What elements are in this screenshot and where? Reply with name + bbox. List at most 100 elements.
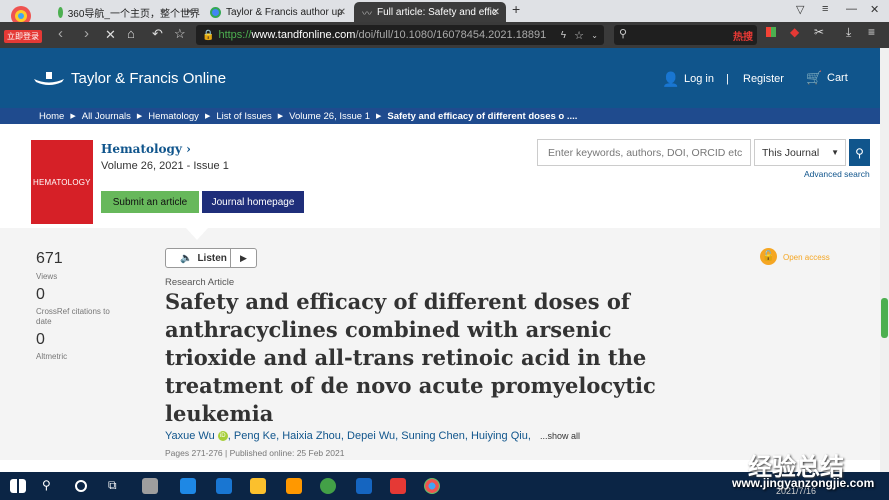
tab-tandf-author[interactable]: Taylor & Francis author up ✕ <box>202 2 352 22</box>
article-title: Safety and efficacy of different doses o… <box>165 289 656 426</box>
chrome-icon <box>210 6 221 18</box>
speaker-icon: 🔈 <box>180 252 193 264</box>
grid-icon[interactable] <box>766 27 776 37</box>
menu-icon[interactable]: ≡ <box>822 3 828 15</box>
open-access-label: Open access <box>783 253 830 262</box>
wechat-icon[interactable] <box>320 478 336 494</box>
new-tab-button[interactable]: + <box>512 1 520 17</box>
app-icon[interactable] <box>142 478 158 494</box>
orcid-icon[interactable]: iD <box>217 431 228 442</box>
breadcrumb-all-journals[interactable]: All Journals <box>82 111 131 122</box>
scrollbar-thumb[interactable] <box>881 298 888 338</box>
folder-icon[interactable] <box>250 478 266 494</box>
journal-volume[interactable]: Volume 26, 2021 - Issue 1 <box>101 160 229 172</box>
loading-icon: 〰 <box>362 8 372 20</box>
close-icon[interactable]: ✕ <box>492 7 500 18</box>
browser-tab-bar: 立即登录 360导航_一个主页，整个世界 ✕ Taylor & Francis … <box>0 0 889 43</box>
360-icon <box>58 6 63 18</box>
page-scrollbar[interactable] <box>880 48 889 472</box>
task-view-icon[interactable]: ⧉ <box>108 478 124 494</box>
login-badge[interactable]: 立即登录 <box>4 30 42 43</box>
submit-article-button[interactable]: Submit an article <box>101 191 199 213</box>
breadcrumb-issue[interactable]: Volume 26, Issue 1 <box>289 111 370 122</box>
show-all-authors-link[interactable]: ...show all <box>540 431 580 441</box>
advanced-search-link[interactable]: Advanced search <box>804 169 870 179</box>
breadcrumb-list-of-issues[interactable]: List of Issues <box>216 111 271 122</box>
breadcrumb-home[interactable]: Home <box>39 111 64 122</box>
breadcrumb-arrow-icon: ▶ <box>136 113 143 120</box>
game-icon[interactable]: ◆ <box>790 25 799 39</box>
stop-icon[interactable]: ✕ <box>105 27 116 43</box>
download-icon[interactable]: ⤓ <box>846 25 851 40</box>
login-link[interactable]: Log in <box>684 73 714 85</box>
search-icon: ⚲ <box>619 28 628 40</box>
windows-start-icon[interactable] <box>10 479 26 493</box>
author-link[interactable]: Yaxue Wu <box>165 430 215 442</box>
breadcrumb-arrow-icon: ▶ <box>277 113 284 120</box>
keyword-search-input[interactable] <box>537 139 751 166</box>
breadcrumb-arrow-icon: ▶ <box>204 113 211 120</box>
tandf-logo-icon[interactable] <box>32 70 66 86</box>
author-link[interactable]: , Peng Ke, Haixia Zhou, Depei Wu, Suning… <box>228 430 531 442</box>
mail-icon[interactable] <box>216 478 232 494</box>
open-access-icon: 🔓 <box>760 248 777 265</box>
chevron-down-icon: ▼ <box>831 148 839 157</box>
brand-name[interactable]: Taylor & Francis Online <box>71 70 226 87</box>
tab-full-article[interactable]: 〰 Full article: Safety and effic ✕ <box>354 2 506 22</box>
cart-icon[interactable]: 🛒 <box>806 70 822 86</box>
scissors-icon[interactable]: ✂ <box>814 25 824 39</box>
taskbar-clock: 2021/7/16 <box>776 486 817 496</box>
flash-icon[interactable]: ϟ <box>561 30 566 41</box>
forward-icon[interactable]: › <box>84 25 89 42</box>
back-icon[interactable]: ‹ <box>58 25 63 42</box>
address-bar[interactable]: 🔒 https://www.tandfonline.com/doi/full/1… <box>196 25 604 45</box>
journal-title[interactable]: Hematology › <box>101 142 191 156</box>
altmetric-label[interactable]: Altmetric <box>36 352 67 362</box>
play-icon[interactable]: ▶ <box>230 249 256 267</box>
close-icon[interactable]: ✕ <box>186 7 194 18</box>
store-icon[interactable] <box>180 478 196 494</box>
crossref-label[interactable]: CrossRef citations to date <box>36 307 116 327</box>
divider: | <box>726 73 729 85</box>
tab-360-nav[interactable]: 360导航_一个主页，整个世界 ✕ <box>50 2 200 22</box>
app-orange-icon[interactable] <box>286 478 302 494</box>
register-link[interactable]: Register <box>743 73 784 85</box>
breadcrumb: Home ▶ All Journals ▶ Hematology ▶ List … <box>0 108 880 124</box>
publication-info: Pages 271-276 | Published online: 25 Feb… <box>165 448 345 458</box>
more-icon[interactable]: ≡ <box>868 25 875 39</box>
shirt-icon[interactable]: ▽ <box>796 3 804 16</box>
journal-cover[interactable]: HEMATOLOGY <box>31 140 93 224</box>
app-red-icon[interactable] <box>390 478 406 494</box>
lock-icon: 🔒 <box>202 29 215 41</box>
breadcrumb-hematology[interactable]: Hematology <box>148 111 199 122</box>
journal-homepage-button[interactable]: Journal homepage <box>202 191 304 213</box>
bookmark-star-icon[interactable]: ☆ <box>574 29 584 42</box>
views-count: 671 <box>36 250 63 267</box>
minimize-button[interactable]: — <box>846 3 857 15</box>
user-icon[interactable]: 👤 <box>662 71 679 88</box>
browser-toolbar: ‹ › ✕ ⌂ ↶ ☆ 🔒 https://www.tandfonline.co… <box>0 22 889 48</box>
cart-link[interactable]: Cart <box>827 72 848 84</box>
search-icon[interactable]: ⚲ <box>42 478 58 494</box>
star-icon[interactable]: ☆ <box>174 26 186 42</box>
altmetric-count[interactable]: 0 <box>36 331 45 349</box>
search-scope-select[interactable]: This Journal ▼ <box>754 139 846 166</box>
undo-icon[interactable]: ↶ <box>152 26 163 42</box>
views-label: Views <box>36 272 58 281</box>
browser-search-input[interactable]: ⚲ 热搜 <box>614 25 757 45</box>
tab-notch <box>186 228 208 240</box>
breadcrumb-arrow-icon: ▶ <box>375 113 382 120</box>
home-icon[interactable]: ⌂ <box>127 26 135 41</box>
crossref-count[interactable]: 0 <box>36 286 45 304</box>
search-button[interactable]: ⚲ <box>849 139 870 166</box>
cortana-icon[interactable] <box>75 480 87 492</box>
search-icon: ⚲ <box>855 145 864 160</box>
word-icon[interactable] <box>356 478 372 494</box>
close-window-button[interactable]: ✕ <box>870 3 879 16</box>
chevron-down-icon[interactable]: ⌄ <box>591 31 598 40</box>
listen-button[interactable]: 🔈 Listen ▶ <box>165 248 257 268</box>
close-icon[interactable]: ✕ <box>338 7 346 18</box>
breadcrumb-current: Safety and efficacy of different doses o… <box>387 110 578 122</box>
site-header: Taylor & Francis Online 👤 Log in | Regis… <box>0 48 880 108</box>
browser-icon[interactable] <box>424 478 440 494</box>
